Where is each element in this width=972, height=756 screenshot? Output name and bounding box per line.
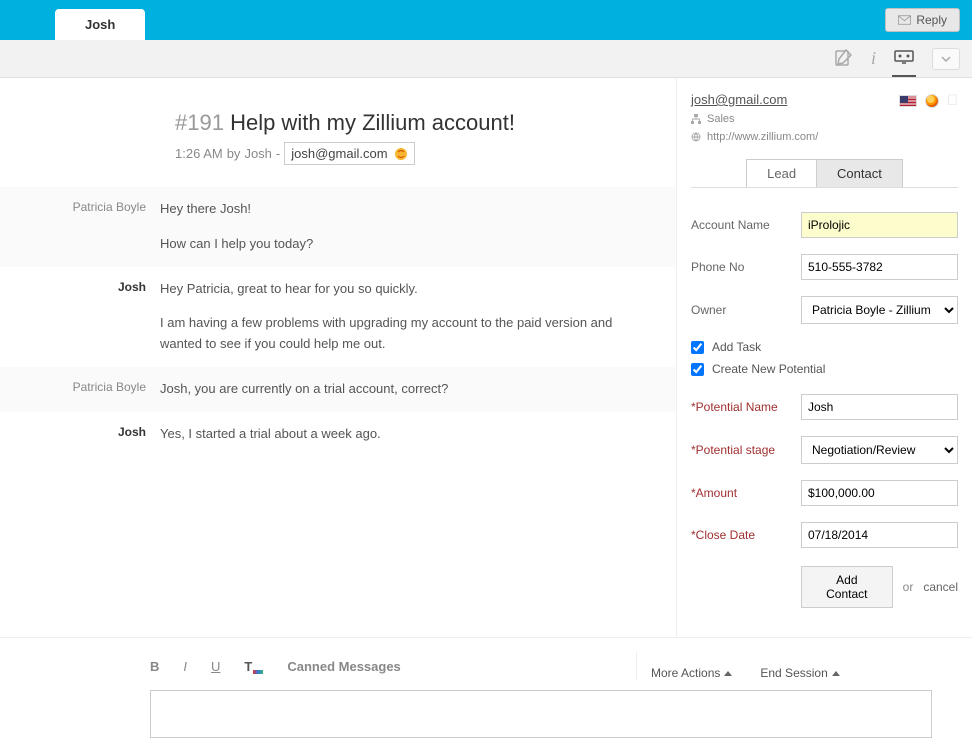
more-actions-button[interactable]: More Actions xyxy=(651,666,732,680)
create-potential-checkbox-row: Create New Potential xyxy=(691,362,958,376)
message-row: Patricia Boyle Josh, you are currently o… xyxy=(0,367,676,412)
envelope-icon xyxy=(898,15,911,25)
add-task-checkbox-row: Add Task xyxy=(691,340,958,354)
ticket-title: #191 Help with my Zillium account! xyxy=(175,110,656,136)
tool-strip: i xyxy=(0,40,972,78)
dropdown-menu[interactable] xyxy=(932,48,960,70)
potential-stage-label: *Potential stage xyxy=(691,443,801,457)
or-text: or xyxy=(903,580,914,594)
owner-label: Owner xyxy=(691,303,801,317)
end-session-button[interactable]: End Session xyxy=(760,666,839,680)
potential-stage-select[interactable]: Negotiation/Review xyxy=(801,436,958,464)
add-contact-button[interactable]: Add Contact xyxy=(801,566,893,608)
firefox-icon xyxy=(925,94,939,108)
cancel-link[interactable]: cancel xyxy=(923,580,958,594)
owner-select[interactable]: Patricia Boyle - Zillium xyxy=(801,296,958,324)
ticket-time: 1:26 AM xyxy=(175,146,223,161)
composer-area: B I U T Canned Messages More Actions End… xyxy=(0,637,972,756)
canned-messages-button[interactable]: Canned Messages xyxy=(287,659,400,674)
message-body: Hey there Josh! How can I help you today… xyxy=(160,199,656,255)
contact-dept: Sales xyxy=(691,113,958,125)
crm-tabs: Lead Contact xyxy=(691,159,958,188)
text-color-button[interactable]: T xyxy=(244,659,263,674)
close-date-label: *Close Date xyxy=(691,528,801,542)
message-sender: Josh xyxy=(0,424,160,445)
amount-label: *Amount xyxy=(691,486,801,500)
contact-form: Account Name Phone No Owner Patricia Boy… xyxy=(691,212,958,608)
chevron-up-icon xyxy=(832,671,840,676)
chevron-up-icon xyxy=(724,671,732,676)
message-sender: Patricia Boyle xyxy=(0,199,160,255)
phone-input[interactable] xyxy=(801,254,958,280)
tab-josh[interactable]: Josh xyxy=(55,9,145,40)
account-name-input[interactable] xyxy=(801,212,958,238)
potential-name-label: *Potential Name xyxy=(691,400,801,414)
color-swatch-icon xyxy=(253,670,263,674)
ticket-author: Josh xyxy=(244,146,271,161)
requester-email: josh@gmail.com xyxy=(291,146,387,161)
conversation-pane: #191 Help with my Zillium account! 1:26 … xyxy=(0,78,676,638)
tab-contact[interactable]: Contact xyxy=(816,159,903,187)
ticket-subject: Help with my Zillium account! xyxy=(230,110,515,135)
potential-name-input[interactable] xyxy=(801,394,958,420)
message-row: Josh Hey Patricia, great to hear for you… xyxy=(0,267,676,367)
create-potential-checkbox[interactable] xyxy=(691,363,704,376)
format-bar: B I U T Canned Messages More Actions End… xyxy=(40,638,932,690)
message-row: Patricia Boyle Hey there Josh! How can I… xyxy=(0,187,676,267)
compose-icon[interactable] xyxy=(835,48,853,69)
crm-icon[interactable] xyxy=(894,49,914,68)
message-body: Hey Patricia, great to hear for you so q… xyxy=(160,279,656,355)
crm-small-icon xyxy=(394,147,408,161)
add-task-checkbox[interactable] xyxy=(691,341,704,354)
reply-label: Reply xyxy=(916,13,947,27)
contact-email-link[interactable]: josh@gmail.com xyxy=(691,92,787,107)
contact-url: http://www.zillium.com/ xyxy=(691,131,958,143)
message-sender: Josh xyxy=(0,279,160,355)
tab-lead[interactable]: Lead xyxy=(746,159,816,187)
info-icon[interactable]: i xyxy=(871,48,876,69)
compose-input[interactable] xyxy=(150,690,932,738)
phone-label: Phone No xyxy=(691,260,801,274)
chevron-down-icon xyxy=(941,56,951,62)
contact-meta-icons:  xyxy=(899,92,958,109)
apple-icon:  xyxy=(947,92,958,109)
reply-button[interactable]: Reply xyxy=(885,8,960,32)
top-bar: Josh Reply xyxy=(0,0,972,40)
us-flag-icon xyxy=(899,95,917,107)
ticket-header: #191 Help with my Zillium account! 1:26 … xyxy=(0,110,676,165)
ticket-id: #191 xyxy=(175,110,224,135)
message-body: Josh, you are currently on a trial accou… xyxy=(160,379,656,400)
conversation: Patricia Boyle Hey there Josh! How can I… xyxy=(0,187,676,457)
add-task-label: Add Task xyxy=(712,340,761,354)
message-row: Josh Yes, I started a trial about a week… xyxy=(0,412,676,457)
ticket-meta: 1:26 AM by Josh - josh@gmail.com xyxy=(175,142,656,165)
crm-panel: josh@gmail.com  Sales http://www.zilliu… xyxy=(676,78,972,638)
italic-button[interactable]: I xyxy=(183,659,187,674)
main-split: #191 Help with my Zillium account! 1:26 … xyxy=(0,78,972,638)
underline-button[interactable]: U xyxy=(211,659,220,674)
form-actions: Add Contact or cancel xyxy=(691,566,958,608)
message-sender: Patricia Boyle xyxy=(0,379,160,400)
requester-email-box[interactable]: josh@gmail.com xyxy=(284,142,414,165)
close-date-input[interactable] xyxy=(801,522,958,548)
create-potential-label: Create New Potential xyxy=(712,362,825,376)
bold-button[interactable]: B xyxy=(150,659,159,674)
message-body: Yes, I started a trial about a week ago. xyxy=(160,424,656,445)
account-name-label: Account Name xyxy=(691,218,801,232)
amount-input[interactable] xyxy=(801,480,958,506)
